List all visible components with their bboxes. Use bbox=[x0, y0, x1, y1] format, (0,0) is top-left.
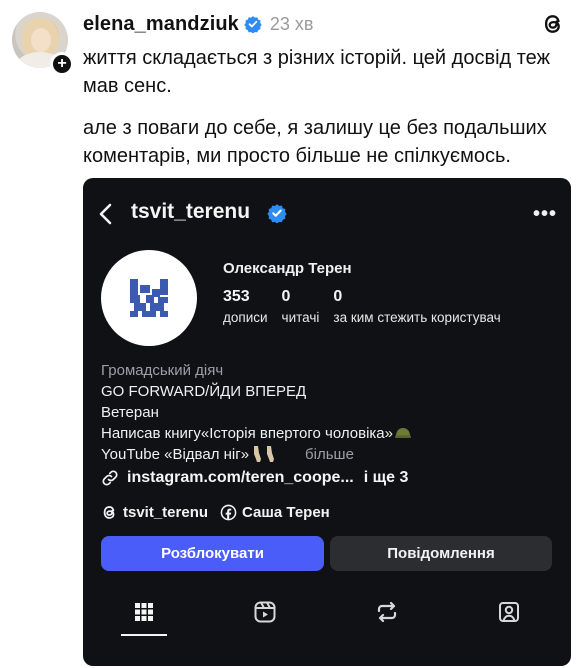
threads-link[interactable]: tsvit_terenu bbox=[101, 504, 208, 521]
bio-line-4-wrap: YouTube «Відвал ніг» більше bbox=[101, 444, 561, 465]
profile-tabs bbox=[83, 592, 571, 642]
stat-followers[interactable]: 0 читачі bbox=[282, 288, 320, 325]
stat-followers-label: читачі bbox=[281, 310, 320, 325]
post-timestamp: 23 хв bbox=[269, 13, 314, 34]
repost-icon bbox=[377, 601, 397, 623]
thread-post: + elena_mandziuk 23 хв життя складається… bbox=[0, 0, 585, 668]
grid-icon bbox=[135, 603, 153, 621]
post-text-paragraph-2: але з поваги до себе, я залишу це без по… bbox=[83, 117, 547, 167]
tab-tagged[interactable] bbox=[486, 592, 532, 632]
bio-line-4: YouTube «Відвал ніг» bbox=[101, 446, 250, 463]
leg-icon bbox=[267, 446, 275, 462]
more-options-icon[interactable]: ••• bbox=[533, 202, 556, 226]
message-button[interactable]: Повідомлення bbox=[330, 536, 552, 571]
link-chain-icon bbox=[102, 470, 118, 486]
tab-reels[interactable] bbox=[242, 592, 288, 632]
stat-followers-value: 0 bbox=[281, 288, 291, 305]
author-username[interactable]: elena_mandziuk bbox=[83, 13, 239, 36]
follow-plus-icon[interactable]: + bbox=[50, 52, 74, 76]
active-tab-indicator bbox=[121, 634, 167, 636]
reels-icon bbox=[254, 601, 276, 623]
facebook-link[interactable]: Саша Терен bbox=[220, 504, 330, 521]
tab-reposts[interactable] bbox=[364, 592, 410, 632]
stat-following-value: 0 bbox=[333, 288, 343, 305]
bio-category: Громадський діяч bbox=[101, 362, 224, 379]
profile-actions: Розблокувати Повідомлення bbox=[101, 536, 552, 571]
author-avatar[interactable]: + bbox=[12, 12, 74, 76]
verified-badge-icon bbox=[244, 16, 262, 33]
profile-link-url[interactable]: instagram.com/teren_coope... bbox=[127, 469, 354, 487]
tab-grid[interactable] bbox=[121, 592, 167, 632]
facebook-icon bbox=[220, 504, 237, 520]
profile-verified-badge-icon bbox=[267, 204, 287, 223]
unblock-button[interactable]: Розблокувати bbox=[101, 536, 324, 571]
profile-link[interactable]: instagram.com/teren_coope... і ще 3 bbox=[101, 467, 408, 489]
post-text-paragraph-1: життя складається з різних історій. цей … bbox=[83, 47, 550, 97]
threads-handle: tsvit_terenu bbox=[123, 503, 209, 521]
threads-logo-icon[interactable] bbox=[541, 12, 565, 36]
bio-line-2: Ветеран bbox=[101, 404, 159, 421]
military-helmet-icon bbox=[394, 428, 411, 438]
stat-posts-label: дописи bbox=[223, 310, 268, 325]
stat-posts-value: 353 bbox=[223, 288, 250, 305]
profile-bio: Громадський діяч GO FORWARD/ЙДИ ВПЕРЕД В… bbox=[101, 360, 561, 465]
profile-social-links: tsvit_terenu Саша Терен bbox=[101, 501, 342, 523]
stat-following[interactable]: 0 за ким стежить користувач bbox=[333, 288, 500, 325]
bio-line-3-wrap: Написав книгу«Історія впертого чоловіка» bbox=[101, 423, 561, 444]
threads-icon bbox=[103, 505, 115, 519]
bio-line-1: GO FORWARD/ЙДИ ВПЕРЕД bbox=[101, 383, 307, 400]
stat-posts[interactable]: 353 дописи bbox=[223, 288, 268, 325]
profile-stats: 353 дописи 0 читачі 0 за ким стежить кор… bbox=[223, 288, 515, 325]
profile-full-name: Олександр Терен bbox=[223, 260, 352, 277]
back-chevron-icon[interactable] bbox=[97, 202, 115, 226]
profile-link-extra[interactable]: і ще 3 bbox=[364, 469, 409, 487]
tagged-icon bbox=[499, 602, 519, 622]
stat-following-label: за ким стежить користувач bbox=[333, 310, 501, 325]
leg-icon bbox=[254, 446, 262, 462]
profile-header: tsvit_terenu ••• bbox=[83, 194, 571, 234]
bio-more-link[interactable]: більше bbox=[305, 446, 354, 463]
profile-username: tsvit_terenu bbox=[131, 200, 251, 223]
profile-picture[interactable] bbox=[101, 250, 197, 346]
facebook-name: Саша Терен bbox=[242, 503, 330, 521]
profile-logo-icon bbox=[130, 279, 168, 317]
post-header: elena_mandziuk 23 хв bbox=[83, 10, 565, 38]
profile-screenshot[interactable]: tsvit_terenu ••• Олександр Терен 353 доп… bbox=[83, 178, 571, 666]
bio-line-3: Написав книгу«Історія впертого чоловіка» bbox=[101, 425, 393, 442]
